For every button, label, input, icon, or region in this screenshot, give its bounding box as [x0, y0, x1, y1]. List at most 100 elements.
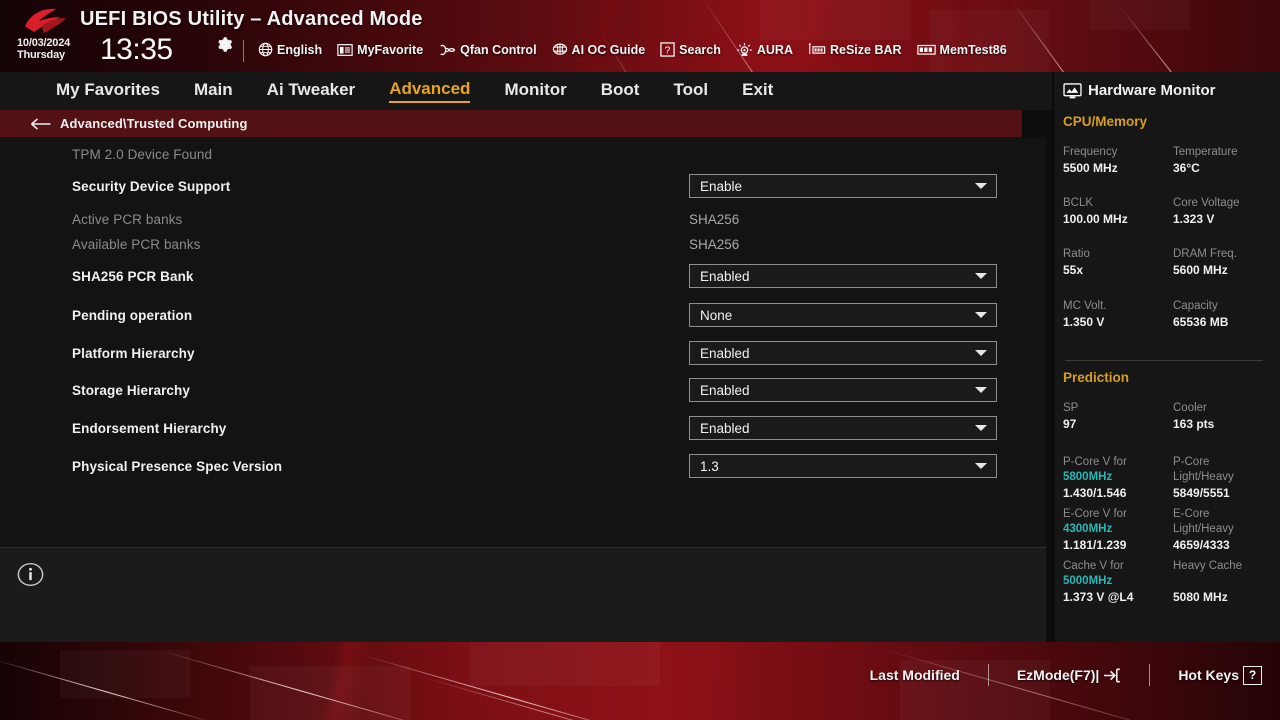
setting-row-security-device-support: Security Device Support Enable — [0, 172, 1046, 202]
chevron-down-icon — [975, 350, 987, 356]
setting-row-platform-hierarchy: Platform Hierarchy Enabled — [0, 339, 1046, 369]
hot-keys-label: Hot Keys — [1178, 667, 1239, 683]
hw-value: 4659/4333 — [1173, 538, 1230, 552]
hw-key-line2: 4300MHz — [1063, 523, 1113, 535]
dropdown-endorsement-hierarchy[interactable]: Enabled — [689, 416, 997, 440]
hw-key: MC Volt. — [1063, 300, 1107, 312]
info-icon[interactable] — [17, 561, 44, 588]
hw-key2-line1: Heavy Cache — [1173, 560, 1243, 572]
tool-myfavorite[interactable]: MyFavorite — [337, 43, 423, 57]
hw-key: Capacity — [1173, 300, 1218, 312]
hw-value: 1.350 V — [1063, 315, 1105, 329]
hw-section-divider — [1065, 360, 1263, 361]
tool-label: AURA — [756, 42, 793, 57]
hw-key2-line2: Light/Heavy — [1173, 471, 1234, 483]
footer-divider — [987, 664, 989, 686]
dropdown-value: Enabled — [700, 268, 750, 284]
menu-tab-my-favorites[interactable]: My Favorites — [56, 80, 160, 102]
menu-tab-exit[interactable]: Exit — [742, 80, 773, 102]
hw-value: 5600 MHz — [1173, 263, 1228, 277]
setting-label: SHA256 PCR Bank — [72, 269, 194, 284]
dropdown-value: None — [700, 307, 733, 323]
menu-tab-boot[interactable]: Boot — [601, 80, 640, 102]
footer-actions: Last Modified EzMode(F7)| Hot Keys ? — [870, 664, 1262, 686]
brain-icon — [552, 43, 567, 55]
hw-value: 5500 MHz — [1063, 161, 1118, 175]
dropdown-value: 1.3 — [700, 458, 719, 474]
back-arrow-icon[interactable] — [30, 117, 52, 131]
setting-label: Pending operation — [72, 308, 193, 323]
menu-tab-ai-tweaker[interactable]: Ai Tweaker — [267, 80, 356, 102]
header-divider — [243, 40, 244, 62]
tool-label: MemTest86 — [939, 42, 1007, 57]
menu-tab-advanced[interactable]: Advanced — [389, 79, 471, 103]
dropdown-pending-operation[interactable]: None — [689, 303, 997, 327]
tool-memtest86[interactable]: MemTest86 — [916, 42, 1007, 57]
setting-label: Endorsement Hierarchy — [72, 421, 227, 436]
hw-value: 1.323 V — [1173, 212, 1215, 226]
tool-label: ReSize BAR — [829, 42, 902, 57]
memory-module-icon — [916, 44, 936, 55]
tool-label: English — [277, 42, 323, 57]
hw-key-line1: E-Core V for — [1063, 508, 1127, 520]
settings-panel: TPM 2.0 Device Found Security Device Sup… — [0, 137, 1046, 547]
setting-label: Security Device Support — [72, 179, 231, 194]
chevron-down-icon — [975, 387, 987, 393]
hw-key: Temperature — [1173, 146, 1238, 158]
dropdown-sha256-pcr-bank[interactable]: Enabled — [689, 264, 997, 288]
tool-english[interactable]: English — [258, 42, 322, 57]
chevron-down-icon — [975, 183, 987, 189]
setting-row-sha256-pcr-bank: SHA256 PCR Bank Enabled — [0, 262, 1046, 292]
ez-mode-button[interactable]: EzMode(F7)| — [1017, 667, 1121, 683]
menu-tab-tool[interactable]: Tool — [673, 80, 708, 102]
dropdown-value: Enabled — [700, 382, 750, 398]
tool-resize-bar[interactable]: ReSize BAR — [808, 42, 902, 57]
lightbulb-icon — [737, 43, 752, 56]
hw-value: 55x — [1063, 263, 1084, 277]
page-title: UEFI BIOS Utility – Advanced Mode — [80, 8, 423, 30]
gear-icon[interactable] — [216, 36, 233, 53]
fan-icon — [440, 44, 456, 55]
hw-value: 5849/5551 — [1173, 486, 1230, 500]
weekday-value: Thursday — [17, 48, 65, 61]
main-menu-bar: My Favorites Main Ai Tweaker Advanced Mo… — [0, 72, 1055, 110]
tool-label: Search — [679, 42, 721, 57]
help-strip — [0, 547, 1046, 642]
hw-key-line2: 5000MHz — [1063, 575, 1113, 587]
hw-key: Cooler — [1173, 402, 1207, 414]
dropdown-value: Enable — [700, 178, 743, 194]
menu-tab-monitor[interactable]: Monitor — [504, 80, 566, 102]
menu-tab-main[interactable]: Main — [194, 80, 233, 102]
footer-divider — [1149, 664, 1151, 686]
arrow-into-box-icon — [1104, 668, 1121, 682]
setting-value: SHA256 — [689, 237, 740, 252]
breadcrumb-path: Advanced\Trusted Computing — [60, 116, 248, 131]
tool-qfan-control[interactable]: Qfan Control — [438, 43, 537, 57]
hw-panel-divider — [1052, 72, 1054, 642]
hot-keys-badge: ? — [1243, 665, 1262, 685]
hw-key2-line1: P-Core — [1173, 456, 1210, 468]
bios-screen: UEFI BIOS Utility – Advanced Mode 10/03/… — [0, 0, 1280, 720]
tool-aura[interactable]: AURA — [736, 42, 793, 57]
dropdown-storage-hierarchy[interactable]: Enabled — [689, 378, 997, 402]
dropdown-physical-presence-spec-version[interactable]: 1.3 — [689, 454, 997, 478]
dropdown-platform-hierarchy[interactable]: Enabled — [689, 341, 997, 365]
tool-search[interactable]: ? Search — [660, 42, 721, 57]
header-tools: English MyFavorite Qfan Control AI OC Gu… — [258, 42, 1022, 57]
clock-display: 13:35 — [100, 33, 173, 66]
hw-value: 65536 MB — [1173, 315, 1229, 329]
last-modified-button[interactable]: Last Modified — [870, 667, 960, 683]
hardware-monitor-panel: Hardware Monitor CPU/Memory Frequency 55… — [1055, 72, 1280, 642]
hw-key: Frequency — [1063, 146, 1118, 158]
hw-value: 97 — [1063, 417, 1077, 431]
setting-label: TPM 2.0 Device Found — [72, 147, 213, 162]
hot-keys-button[interactable]: Hot Keys ? — [1178, 665, 1262, 685]
setting-row-physical-presence-spec-version: Physical Presence Spec Version 1.3 — [0, 452, 1046, 482]
hw-title-text: Hardware Monitor — [1088, 82, 1216, 99]
hw-value: 5080 MHz — [1173, 590, 1228, 604]
dropdown-security-device-support[interactable]: Enable — [689, 174, 997, 198]
setting-label: Storage Hierarchy — [72, 383, 190, 398]
setting-row-endorsement-hierarchy: Endorsement Hierarchy Enabled — [0, 414, 1046, 444]
tool-ai-oc-guide[interactable]: AI OC Guide — [552, 42, 645, 57]
setting-label: Platform Hierarchy — [72, 346, 195, 361]
